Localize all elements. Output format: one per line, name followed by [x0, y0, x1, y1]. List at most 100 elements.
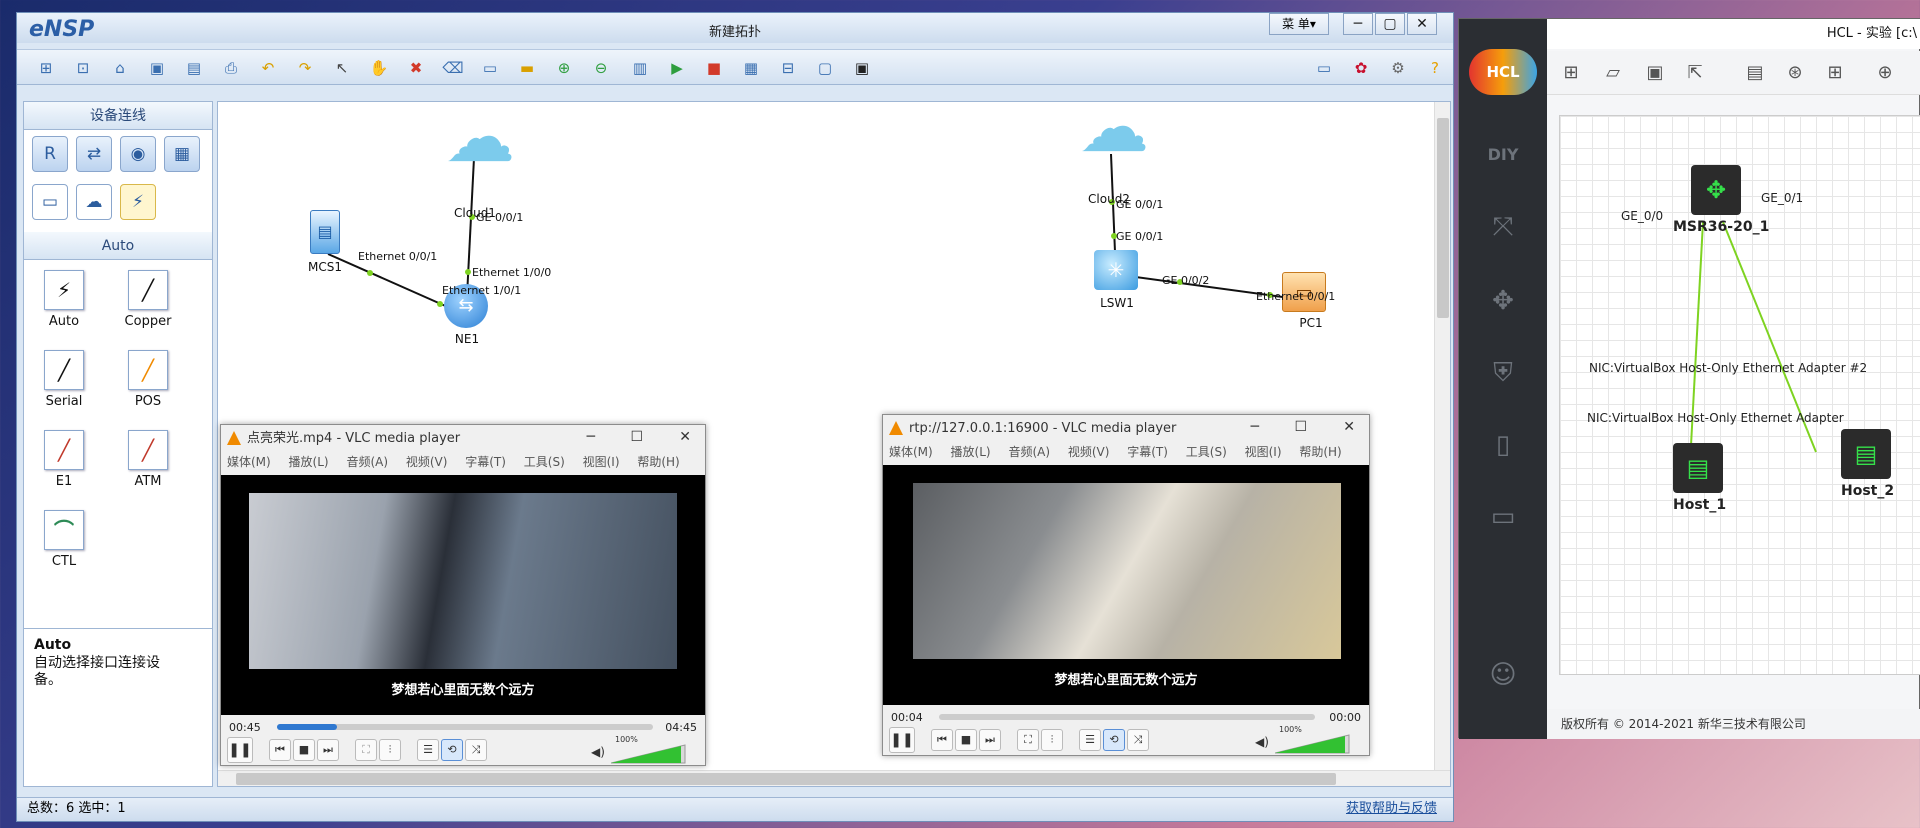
firewall-icon[interactable]: ⛨	[1485, 355, 1521, 391]
vlc1-close-button[interactable]: ✕	[679, 429, 691, 445]
switch-icon[interactable]: ⤧	[1485, 209, 1521, 245]
vlc2-video-area[interactable]: 梦想若心里面无数个远方	[883, 465, 1369, 705]
text-icon[interactable]: ▭	[479, 58, 501, 78]
vlc1-playlist-button[interactable]: ☰	[417, 739, 439, 761]
auto-cable-icon[interactable]: ⚡	[44, 270, 84, 310]
vertical-scroll-thumb[interactable]	[1437, 118, 1449, 318]
help-icon[interactable]: ?	[1424, 58, 1446, 78]
vlc1-menu-help[interactable]: 帮助(H)	[637, 455, 679, 469]
atm-cable-icon[interactable]: ╱	[128, 430, 168, 470]
cloud-category-icon[interactable]: ☁	[76, 184, 112, 220]
network-icon[interactable]: ⊛	[1783, 61, 1807, 85]
vlc2-close-button[interactable]: ✕	[1343, 419, 1355, 435]
vertical-scrollbar[interactable]	[1434, 102, 1450, 786]
mcs1-server-icon[interactable]: ▤	[310, 210, 340, 254]
router-icon[interactable]: ✥	[1485, 283, 1521, 319]
wireless-category-icon[interactable]: ◉	[120, 136, 156, 172]
vlc2-speaker-icon[interactable]: ◀)	[1255, 735, 1269, 749]
vlc1-menu-tools[interactable]: 工具(S)	[524, 455, 565, 469]
horizontal-scroll-thumb[interactable]	[236, 773, 1336, 785]
vlc2-menu-video[interactable]: 视频(V)	[1068, 445, 1110, 459]
vlc1-loop-button[interactable]: ⟲	[441, 739, 463, 761]
vlc2-minimize-button[interactable]: ─	[1251, 419, 1259, 435]
e1-cable-icon[interactable]: ╱	[44, 430, 84, 470]
switch-category-icon[interactable]: ⇄	[76, 136, 112, 172]
diy-icon[interactable]: DIY	[1485, 137, 1521, 173]
zoom-out-icon[interactable]: ⊖	[590, 58, 612, 78]
new-topology-icon[interactable]: ⊞	[35, 58, 57, 78]
start-icon[interactable]: ▶	[666, 58, 688, 78]
lsw1-switch-icon[interactable]: ✳	[1094, 250, 1138, 290]
help-feedback-link[interactable]: 获取帮助与反馈	[1346, 798, 1437, 820]
vlc1-shuffle-button[interactable]: ⤨	[465, 739, 487, 761]
vlc2-next-button[interactable]: ⏭	[979, 729, 1001, 751]
vlc1-video-area[interactable]: 梦想若心里面无数个远方	[221, 475, 705, 715]
vlc1-pause-button[interactable]: ❚❚	[227, 737, 253, 763]
save-icon[interactable]: ▣	[146, 58, 168, 78]
cable-category-icon[interactable]: ⚡	[120, 184, 156, 220]
save-icon[interactable]: ▣	[1643, 61, 1667, 85]
select-icon[interactable]: ↖	[331, 58, 353, 78]
vlc1-equalizer-button[interactable]: ⫶	[379, 739, 401, 761]
vlc2-menu-media[interactable]: 媒体(M)	[889, 445, 933, 459]
vlc1-menu-video[interactable]: 视频(V)	[406, 455, 448, 469]
copper-cable-icon[interactable]: ╱	[128, 270, 168, 310]
open-icon[interactable]: ⌂	[109, 58, 131, 78]
cloud1-icon[interactable]: ☁	[436, 102, 524, 172]
vlc2-seekbar[interactable]	[939, 714, 1315, 720]
vlc2-stop-button[interactable]: ■	[955, 729, 977, 751]
vlc1-stop-button[interactable]: ■	[293, 739, 315, 761]
firewall-category-icon[interactable]: ▦	[164, 136, 200, 172]
vlc1-maximize-button[interactable]: ☐	[630, 429, 643, 445]
ensp-titlebar[interactable]: eNSP 新建拓扑 菜 单▾ ─ ▢ ✕	[17, 13, 1453, 43]
hcl-router-icon[interactable]: ✥	[1691, 165, 1741, 215]
zoom-icon[interactable]: ⊕	[1873, 61, 1897, 85]
vlc1-menu-view[interactable]: 视图(I)	[583, 455, 620, 469]
vlc2-equalizer-button[interactable]: ⫶	[1041, 729, 1063, 751]
undo-icon[interactable]: ↶	[257, 58, 279, 78]
vlc1-menu-playback[interactable]: 播放(L)	[289, 455, 329, 469]
open-folder-icon[interactable]: ▱	[1601, 61, 1625, 85]
snapshot-icon[interactable]: ▣	[851, 58, 873, 78]
huawei-icon[interactable]: ✿	[1350, 58, 1372, 78]
save-as-icon[interactable]: ▤	[183, 58, 205, 78]
vlc1-seekbar[interactable]	[277, 724, 653, 730]
new-folder-icon[interactable]: ⊞	[1559, 61, 1583, 85]
terminal-icon[interactable]: ▭	[1485, 499, 1521, 535]
pc-category-icon[interactable]: ▭	[32, 184, 68, 220]
vlc1-minimize-button[interactable]: ─	[587, 429, 595, 445]
vlc2-menu-tools[interactable]: 工具(S)	[1186, 445, 1227, 459]
vlc1-volume-slider[interactable]	[611, 743, 687, 765]
horizontal-scrollbar[interactable]	[218, 770, 1450, 786]
maximize-button[interactable]: ▢	[1375, 13, 1405, 35]
vlc2-playlist-button[interactable]: ☰	[1079, 729, 1101, 751]
vlc2-menu-subtitle[interactable]: 字幕(T)	[1127, 445, 1168, 459]
vlc2-menu-view[interactable]: 视图(I)	[1245, 445, 1282, 459]
fullscreen-icon[interactable]: ▢	[814, 58, 836, 78]
vlc1-next-button[interactable]: ⏭	[317, 739, 339, 761]
hcl-host1-icon[interactable]: ▤	[1673, 443, 1723, 493]
topology-icon[interactable]: ⊟	[777, 58, 799, 78]
vlc2-volume-slider[interactable]	[1275, 733, 1351, 755]
settings-icon[interactable]: ⚙	[1387, 58, 1409, 78]
vlc2-maximize-button[interactable]: ☐	[1294, 419, 1307, 435]
screenshot-icon[interactable]: ▤	[1743, 61, 1767, 85]
chat-icon[interactable]: ▭	[1313, 58, 1335, 78]
capture-icon[interactable]: ▦	[740, 58, 762, 78]
vlc2-menu-help[interactable]: 帮助(H)	[1299, 445, 1341, 459]
vlc2-loop-button[interactable]: ⟲	[1103, 729, 1125, 751]
zoom-in-icon[interactable]: ⊕	[553, 58, 575, 78]
vlc1-menu-subtitle[interactable]: 字幕(T)	[465, 455, 506, 469]
vlc1-menu-audio[interactable]: 音频(A)	[346, 455, 388, 469]
cloud2-icon[interactable]: ☁	[1070, 102, 1158, 162]
delete-all-icon[interactable]: ⌫	[442, 58, 464, 78]
vlc2-pause-button[interactable]: ❚❚	[889, 727, 915, 753]
ctl-cable-icon[interactable]: ⌒	[44, 510, 84, 550]
stop-icon[interactable]: ■	[703, 58, 725, 78]
hcl-titlebar[interactable]: HCL - 实验 [c:\	[1547, 19, 1920, 49]
export-icon[interactable]: ⇱	[1683, 61, 1707, 85]
vlc2-prev-button[interactable]: ⏮	[931, 729, 953, 751]
vlc1-prev-button[interactable]: ⏮	[269, 739, 291, 761]
palette-icon[interactable]: ▬	[516, 58, 538, 78]
serial-cable-icon[interactable]: ╱	[44, 350, 84, 390]
